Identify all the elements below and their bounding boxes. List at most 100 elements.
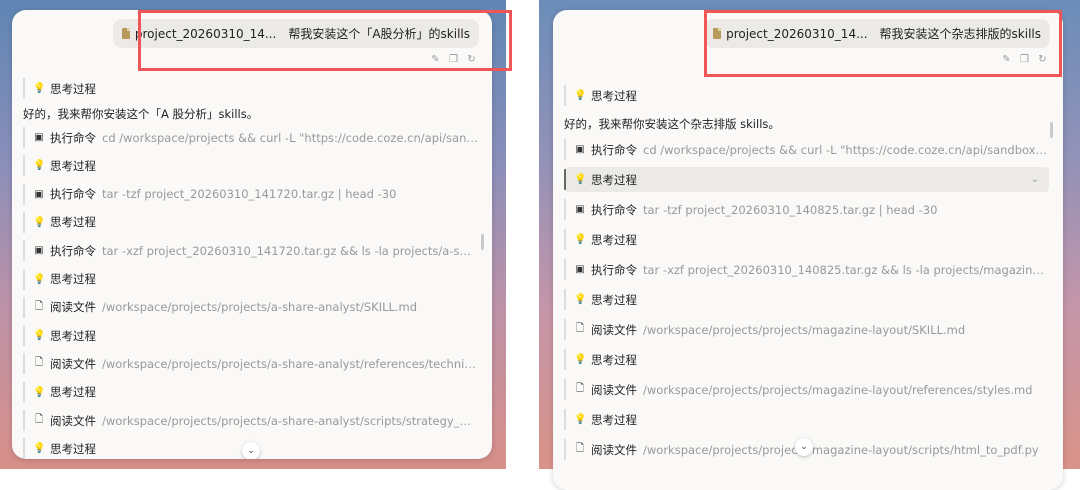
thinking-step[interactable]: 💡 思考过程 xyxy=(23,267,478,292)
step-label: 阅读文件 xyxy=(50,300,96,315)
step-label: 思考过程 xyxy=(591,232,637,247)
lightbulb-icon: 💡 xyxy=(33,273,46,285)
step-indicator-bar xyxy=(564,139,566,160)
step-label: 阅读文件 xyxy=(591,442,637,457)
step-detail: /workspace/projects/projects/a-share-ana… xyxy=(102,300,418,315)
step-label: 思考过程 xyxy=(50,81,96,96)
thinking-step[interactable]: 💡 思考过程 ⌄ xyxy=(564,167,1049,192)
step-label: 思考过程 xyxy=(50,272,96,286)
step-label: 思考过程 xyxy=(591,172,637,187)
lightbulb-icon: 💡 xyxy=(574,294,587,305)
scroll-down-button[interactable]: ⌄ xyxy=(242,442,260,459)
step-label: 思考过程 xyxy=(591,292,637,307)
step-detail: /workspace/projects/projects/a-share-ana… xyxy=(102,356,478,371)
read-file-step[interactable]: 🗋 阅读文件/workspace/projects/projects/a-shar… xyxy=(23,295,478,320)
document-icon: 🗋 xyxy=(34,300,44,312)
step-indicator-bar xyxy=(564,199,566,220)
thinking-step[interactable]: 💡 思考过程 xyxy=(564,287,1049,312)
step-label: 执行命令 xyxy=(50,187,96,202)
thinking-step[interactable]: 💡 思考过程 xyxy=(564,407,1049,432)
scrollbar-thumb[interactable] xyxy=(481,234,484,250)
assistant-reply: 好的，我来帮你安装这个杂志排版 skills。 xyxy=(564,117,780,131)
scrollbar-thumb[interactable] xyxy=(1050,122,1053,138)
step-detail: /workspace/projects/projects/magazine-la… xyxy=(643,442,1039,457)
document-icon: 🗋 xyxy=(575,323,585,334)
step-detail: tar -tzf project_20260310_141720.tar.gz … xyxy=(102,187,397,202)
step-label: 阅读文件 xyxy=(591,322,637,337)
step-indicator-bar xyxy=(564,229,566,250)
lightbulb-icon: 💡 xyxy=(33,160,46,172)
step-label: 思考过程 xyxy=(50,328,96,343)
thinking-step[interactable]: 💡 思考过程 xyxy=(23,323,478,348)
chevron-down-icon[interactable]: ⌄ xyxy=(1031,174,1039,185)
step-indicator-bar xyxy=(564,85,566,106)
step-label: 思考过程 xyxy=(50,158,96,173)
read-file-step[interactable]: 🗋 阅读文件/workspace/projects/projects/magazi… xyxy=(564,377,1049,402)
command-step[interactable]: ▣ 执行命令 cd /workspace/projects && curl -L "… xyxy=(564,137,1049,162)
lightbulb-icon: 💡 xyxy=(33,330,46,342)
read-file-step[interactable]: 🗋 阅读文件/workspace/projects/projects/a-shar… xyxy=(23,408,478,433)
thinking-step[interactable]: 💡 思考过程 xyxy=(23,76,478,101)
terminal-icon: ▣ xyxy=(575,204,585,215)
scroll-down-button[interactable]: ⌄ xyxy=(795,438,813,456)
thinking-step[interactable]: 💡 思考过程 xyxy=(23,153,478,178)
step-indicator-bar xyxy=(564,289,566,310)
thinking-step[interactable]: 💡 思考过程 xyxy=(23,210,478,235)
step-label: 执行命令 xyxy=(50,130,96,145)
file-icon xyxy=(121,28,130,39)
command-step[interactable]: ▣ 执行命令 cd /workspace/projects && curl -L "… xyxy=(23,125,478,150)
step-detail: tar -xzf project_20260310_141720.tar.gz … xyxy=(102,243,478,258)
thinking-step[interactable]: 💡 思考过程 xyxy=(564,227,1049,252)
step-label: 执行命令 xyxy=(591,142,637,157)
thinking-step[interactable]: 💡 思考过程 xyxy=(564,347,1049,372)
lightbulb-icon: 💡 xyxy=(574,174,587,185)
step-indicator-bar xyxy=(23,240,25,262)
step-indicator-bar xyxy=(564,379,566,400)
lightbulb-icon: 💡 xyxy=(574,354,587,365)
chat-window-left: project_20260310_14... 帮我安装这个「A股分析」的skil… xyxy=(12,10,492,459)
step-label: 思考过程 xyxy=(50,441,96,456)
document-icon: 🗋 xyxy=(34,414,44,425)
step-indicator-bar xyxy=(23,438,25,459)
lightbulb-icon: 💡 xyxy=(574,90,587,101)
step-detail: /workspace/projects/projects/a-share-ana… xyxy=(102,413,478,428)
lightbulb-icon: 💡 xyxy=(33,216,46,228)
command-step[interactable]: ▣ 执行命令 tar -tzf project_20260310_140825.ta… xyxy=(564,197,1049,222)
step-label: 思考过程 xyxy=(591,412,637,427)
terminal-icon: ▣ xyxy=(34,245,44,257)
thinking-step[interactable]: 💡 思考过程 xyxy=(564,83,1049,108)
step-label: 思考过程 xyxy=(50,215,96,230)
step-indicator-bar xyxy=(23,78,25,99)
step-label: 思考过程 xyxy=(591,88,637,103)
document-icon: 🗋 xyxy=(575,383,585,394)
step-label: 阅读文件 xyxy=(591,382,637,397)
read-file-step[interactable]: 🗋 阅读文件/workspace/projects/projects/a-shar… xyxy=(23,351,478,376)
step-indicator-bar xyxy=(23,296,25,318)
terminal-icon: ▣ xyxy=(575,264,585,275)
step-indicator-bar xyxy=(23,325,25,347)
command-step[interactable]: ▣ 执行命令 tar -xzf project_20260310_140825.ta… xyxy=(564,257,1049,282)
thinking-step[interactable]: 💡 思考过程 xyxy=(23,380,478,405)
lightbulb-icon: 💡 xyxy=(33,443,46,455)
step-label: 阅读文件 xyxy=(50,413,96,428)
step-label: 执行命令 xyxy=(591,262,637,277)
step-detail: cd /workspace/projects && curl -L "https… xyxy=(643,142,1049,157)
step-label: 思考过程 xyxy=(50,385,96,400)
step-indicator-bar xyxy=(23,410,25,431)
step-detail: /workspace/projects/projects/magazine-la… xyxy=(643,322,966,337)
step-indicator-bar xyxy=(23,381,25,403)
document-icon: 🗋 xyxy=(575,443,585,454)
step-indicator-bar xyxy=(23,127,25,148)
step-indicator-bar xyxy=(564,349,566,370)
step-indicator-bar xyxy=(564,409,566,430)
step-indicator-bar xyxy=(23,353,25,375)
command-step[interactable]: ▣ 执行命令 tar -xzf project_20260310_141720.ta… xyxy=(23,238,478,263)
step-detail: tar -tzf project_20260310_140825.tar.gz … xyxy=(643,202,938,217)
step-indicator-bar xyxy=(23,211,25,233)
lightbulb-icon: 💡 xyxy=(574,234,587,245)
terminal-icon: ▣ xyxy=(34,132,44,143)
read-file-step[interactable]: 🗋 阅读文件/workspace/projects/projects/magazi… xyxy=(564,317,1049,342)
command-step[interactable]: ▣ 执行命令 tar -tzf project_20260310_141720.ta… xyxy=(23,182,478,207)
step-label: 执行命令 xyxy=(591,202,637,217)
step-detail: /workspace/projects/projects/magazine-la… xyxy=(643,382,1033,397)
